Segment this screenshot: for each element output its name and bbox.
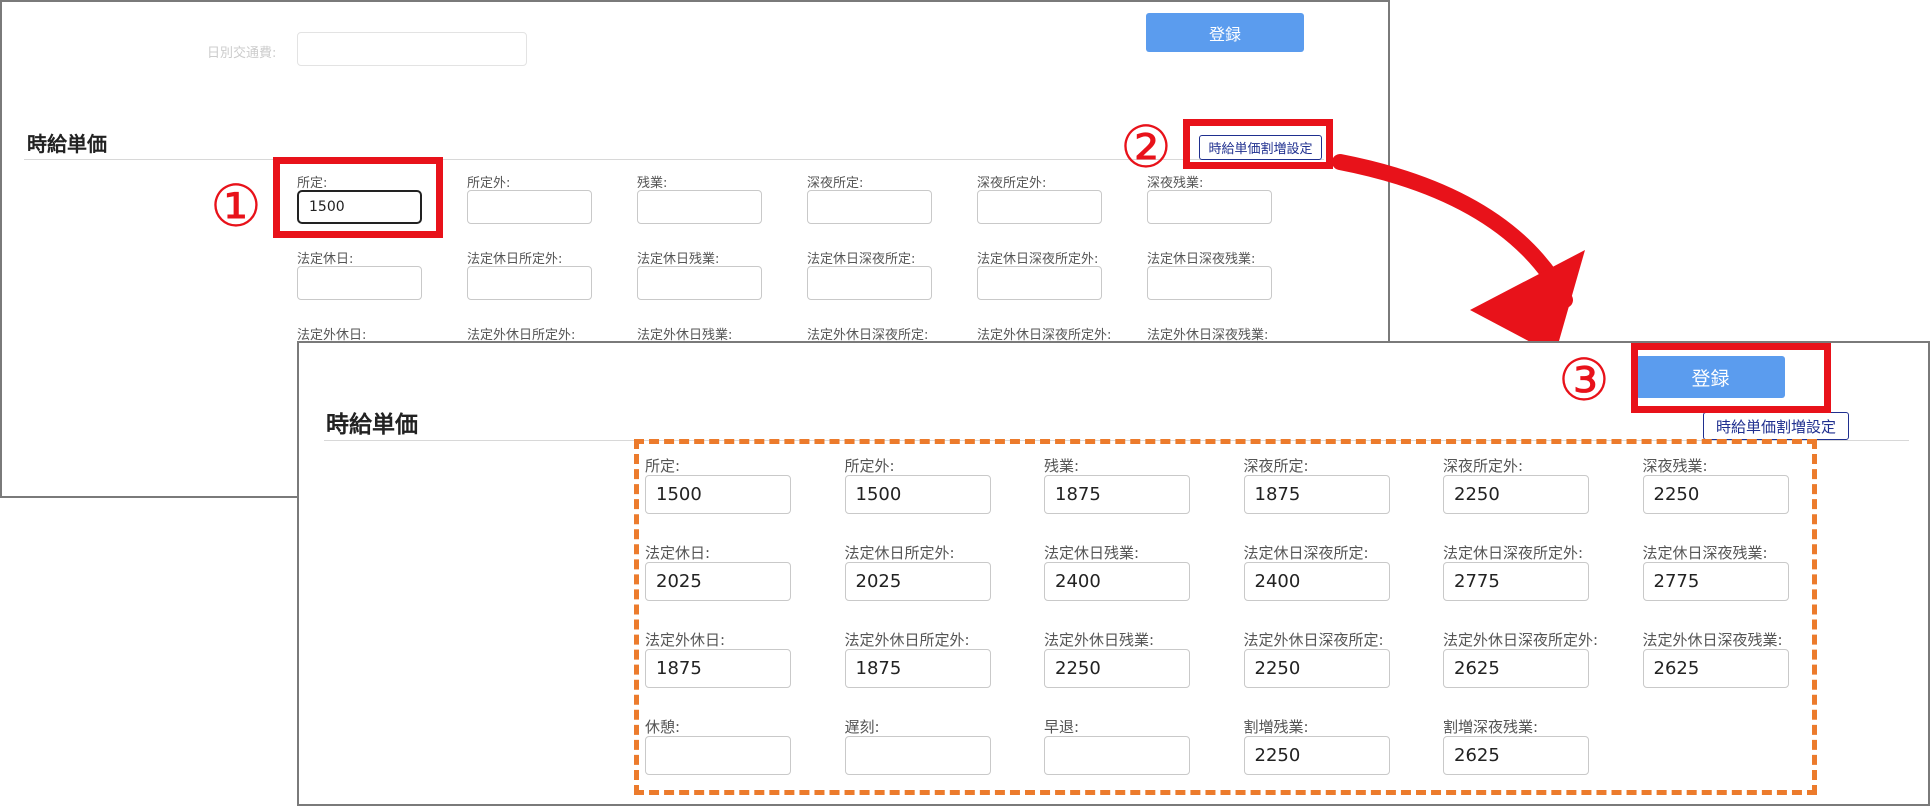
rate-input[interactable] <box>844 562 991 601</box>
rate-input[interactable] <box>645 736 791 775</box>
rate-input[interactable] <box>1443 562 1589 601</box>
rate-input[interactable] <box>645 649 791 688</box>
rate-label: 休憩: <box>645 718 681 736</box>
rate-label: 残業: <box>1044 457 1080 475</box>
rate-label: 法定休日: <box>297 252 354 267</box>
rate-input[interactable] <box>1044 562 1190 601</box>
step3-marker: ③ <box>1558 346 1610 414</box>
rate-label: 法定休日深夜所定外: <box>1443 544 1584 562</box>
rate-label: 所定: <box>645 457 681 475</box>
rate-label: 割増残業: <box>1243 718 1309 736</box>
section-title-hourly-rate: 時給単価 <box>27 132 107 156</box>
rate-input[interactable] <box>807 190 932 224</box>
rate-label: 法定外休日残業: <box>1044 631 1155 649</box>
rate-label: 深夜所定: <box>807 176 864 191</box>
register-button[interactable]: 登録 <box>1146 13 1304 52</box>
rate-label: 法定外休日: <box>645 631 726 649</box>
rate-label: 深夜所定: <box>1243 457 1309 475</box>
updated-values-highlight <box>634 439 1817 795</box>
rate-label: 法定休日所定外: <box>467 252 563 267</box>
highlight-box-step1 <box>273 157 443 238</box>
rate-label: 深夜所定外: <box>977 176 1047 191</box>
rate-input[interactable] <box>1044 736 1190 775</box>
rate-label: 法定休日所定外: <box>844 544 955 562</box>
curved-arrow-icon <box>1332 154 1585 355</box>
rate-label: 残業: <box>637 176 668 191</box>
rate-label: 法定休日深夜所定外: <box>977 252 1099 267</box>
rate-label: 法定外休日深夜残業: <box>1642 631 1783 649</box>
rate-label: 割増深夜残業: <box>1443 718 1539 736</box>
rate-input[interactable] <box>467 190 592 224</box>
rate-input[interactable] <box>977 266 1102 300</box>
rate-input[interactable] <box>1147 266 1272 300</box>
rate-input[interactable] <box>637 266 762 300</box>
rate-label: 深夜残業: <box>1642 457 1708 475</box>
rate-input[interactable] <box>1642 649 1789 688</box>
rate-label: 法定休日深夜所定: <box>1243 544 1369 562</box>
rate-input[interactable] <box>1243 562 1390 601</box>
rate-input[interactable] <box>1443 475 1589 514</box>
rate-label: 法定外休日所定外: <box>844 631 970 649</box>
rate-input[interactable] <box>1147 190 1272 224</box>
rate-input[interactable] <box>977 190 1102 224</box>
rate-label: 所定外: <box>467 176 511 191</box>
rate-input[interactable] <box>1243 736 1390 775</box>
rate-input[interactable] <box>844 736 991 775</box>
rate-input[interactable] <box>1243 475 1390 514</box>
surcharge-settings-button-front[interactable]: 時給単価割増設定 <box>1703 412 1849 440</box>
rate-label: 早退: <box>1044 718 1080 736</box>
rate-label: 法定外休日深夜所定外: <box>1443 631 1599 649</box>
rate-input[interactable] <box>1443 649 1589 688</box>
rate-input[interactable] <box>844 649 991 688</box>
rate-label: 遅刻: <box>844 718 880 736</box>
commute-label: 日別交通費: <box>207 46 277 61</box>
rate-input[interactable] <box>1443 736 1589 775</box>
rate-input[interactable] <box>844 475 991 514</box>
commute-input[interactable] <box>297 32 527 66</box>
rate-input[interactable] <box>467 266 592 300</box>
rate-input[interactable] <box>1044 475 1190 514</box>
step2-marker: ② <box>1120 113 1172 181</box>
rate-input[interactable] <box>637 190 762 224</box>
rate-label: 法定休日深夜所定: <box>807 252 916 267</box>
section-title-hourly-rate-front: 時給単価 <box>326 412 418 438</box>
rate-input[interactable] <box>1642 562 1789 601</box>
rate-input[interactable] <box>645 562 791 601</box>
rate-input[interactable] <box>645 475 791 514</box>
rate-label: 法定休日残業: <box>637 252 720 267</box>
rate-label: 法定休日深夜残業: <box>1642 544 1768 562</box>
rate-input[interactable] <box>1642 475 1789 514</box>
rate-input[interactable] <box>807 266 932 300</box>
rate-label: 所定外: <box>844 457 895 475</box>
rate-label: 深夜所定外: <box>1443 457 1524 475</box>
rate-input[interactable] <box>1243 649 1390 688</box>
rate-label: 法定休日深夜残業: <box>1147 252 1256 267</box>
rate-input[interactable] <box>297 266 422 300</box>
rate-label: 法定外休日深夜所定: <box>1243 631 1384 649</box>
step1-marker: ① <box>210 172 262 240</box>
rate-input[interactable] <box>1044 649 1190 688</box>
rate-label: 法定休日: <box>645 544 711 562</box>
rate-label: 法定休日残業: <box>1044 544 1140 562</box>
highlight-box-step3 <box>1631 343 1831 413</box>
